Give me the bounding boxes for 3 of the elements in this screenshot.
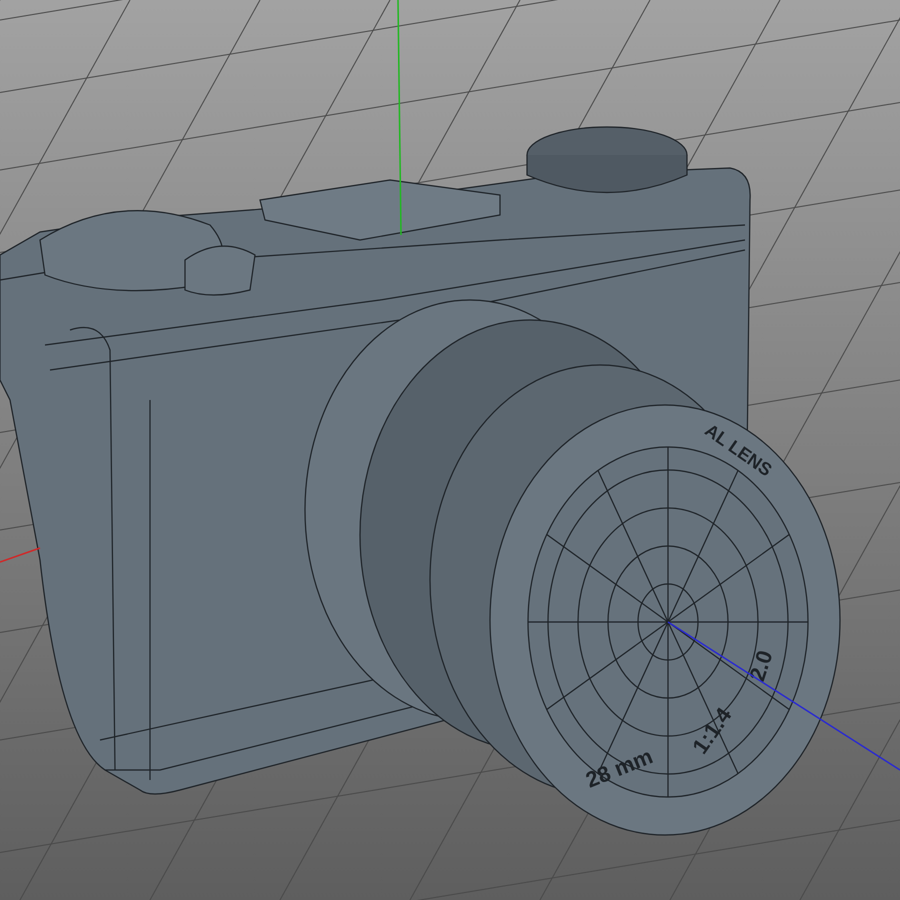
lens-marking: 2.0 bbox=[744, 647, 778, 684]
lens-marking: 28 mm bbox=[582, 743, 656, 793]
camera-model-drawing[interactable] bbox=[0, 126, 841, 836]
